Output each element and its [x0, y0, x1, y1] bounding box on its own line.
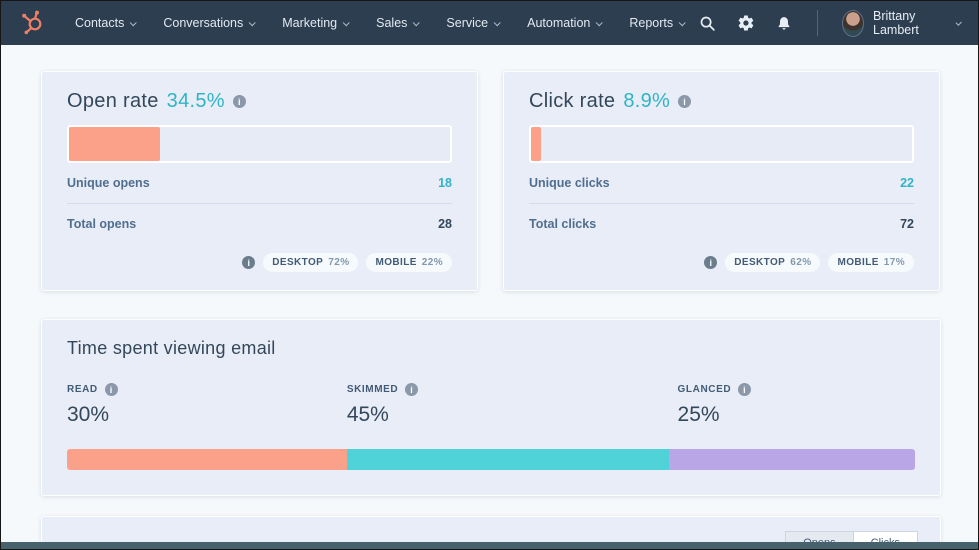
glanced-label: GLANCED: [677, 384, 732, 395]
read-bar-segment: [67, 449, 347, 470]
search-icon[interactable]: [698, 12, 716, 34]
mobile-label: MOBILE: [837, 257, 879, 268]
open-rate-title-row: Open rate 34.5% i: [67, 90, 452, 113]
main-content: Open rate 34.5% i Unique opens 18 Total …: [1, 45, 978, 549]
chevron-down-icon: [130, 18, 138, 26]
glanced-value: 25%: [677, 403, 720, 426]
unique-opens-row: Unique opens 18: [67, 163, 452, 203]
desktop-label: DESKTOP: [734, 257, 786, 268]
skimmed-label: SKIMMED: [346, 384, 399, 395]
user-name: Brittany Lambert: [873, 9, 919, 37]
open-device-breakdown: i DESKTOP 72% MOBILE 22%: [67, 253, 452, 272]
nav-item-label: Contacts: [75, 16, 125, 30]
time-spent-title: Time spent viewing email: [67, 338, 276, 358]
nav-item-label: Service: [446, 16, 489, 30]
chevron-down-icon: [342, 18, 350, 26]
desktop-badge: DESKTOP 72%: [263, 253, 359, 272]
click-rate-progress-fill: [531, 127, 541, 161]
total-opens-value: 28: [438, 217, 452, 231]
skimmed-bar-segment: [346, 449, 670, 470]
nav-item-label: Reports: [629, 16, 674, 30]
desktop-value: 62%: [790, 257, 812, 268]
user-avatar: [841, 9, 865, 37]
read-label: READ: [67, 384, 98, 395]
total-clicks-value: 72: [900, 217, 914, 231]
info-icon[interactable]: i: [242, 256, 256, 269]
info-icon[interactable]: i: [678, 95, 692, 108]
desktop-label: DESKTOP: [272, 257, 324, 268]
chevron-down-icon: [413, 18, 421, 26]
unique-clicks-row: Unique clicks 22: [529, 163, 914, 203]
nav-item-sales[interactable]: Sales: [362, 1, 432, 45]
glanced-bar-segment: [669, 449, 915, 470]
nav-item-contacts[interactable]: Contacts: [61, 1, 149, 45]
mobile-value: 22%: [421, 257, 443, 268]
info-icon[interactable]: i: [704, 256, 718, 269]
time-spent-stacked-bar: [67, 449, 915, 470]
open-rate-progress-track: [67, 125, 452, 163]
nav-item-label: Conversations: [163, 16, 244, 30]
click-rate-title-row: Click rate 8.9% i: [529, 90, 914, 113]
desktop-badge: DESKTOP 62%: [725, 253, 821, 272]
read-label-group: READ i 30%: [67, 383, 118, 427]
mobile-badge: MOBILE 22%: [366, 253, 452, 272]
open-rate-title: Open rate: [67, 90, 159, 112]
click-rate-card: Click rate 8.9% i Unique clicks 22 Total…: [503, 71, 940, 291]
mobile-value: 17%: [883, 257, 905, 268]
click-rate-progress-track: [529, 125, 914, 163]
info-icon[interactable]: i: [232, 95, 246, 108]
click-device-breakdown: i DESKTOP 62% MOBILE 17%: [529, 253, 914, 272]
app-frame: Contacts Conversations Marketing Sales S…: [0, 0, 979, 550]
nav-item-reports[interactable]: Reports: [615, 1, 698, 45]
unique-opens-value[interactable]: 18: [438, 176, 452, 190]
top-nav: Contacts Conversations Marketing Sales S…: [1, 1, 978, 45]
total-opens-row: Total opens 28: [67, 203, 452, 244]
notifications-bell-icon[interactable]: [775, 12, 793, 34]
nav-item-service[interactable]: Service: [432, 1, 513, 45]
nav-item-automation[interactable]: Automation: [513, 1, 615, 45]
nav-item-marketing[interactable]: Marketing: [268, 1, 362, 45]
nav-item-conversations[interactable]: Conversations: [149, 1, 268, 45]
total-clicks-label: Total clicks: [529, 217, 597, 231]
glanced-label-group: GLANCED i 25%: [678, 383, 752, 427]
nav-item-label: Automation: [527, 16, 591, 30]
chevron-down-icon: [678, 18, 686, 26]
chevron-down-icon: [596, 18, 604, 26]
user-menu[interactable]: Brittany Lambert: [841, 9, 962, 37]
chevron-down-icon: [248, 18, 256, 26]
mobile-badge: MOBILE 17%: [828, 253, 914, 272]
open-rate-value: 34.5%: [166, 90, 225, 112]
nav-item-label: Sales: [376, 16, 408, 30]
desktop-value: 72%: [328, 257, 350, 268]
skimmed-label-group: SKIMMED i 45%: [346, 383, 419, 427]
open-rate-card: Open rate 34.5% i Unique opens 18 Total …: [41, 71, 478, 291]
time-spent-card: Time spent viewing email READ i 30% SKIMM…: [41, 319, 941, 496]
unique-clicks-label: Unique clicks: [529, 176, 610, 190]
unique-opens-label: Unique opens: [67, 176, 150, 190]
open-rate-progress-fill: [69, 127, 161, 161]
info-icon[interactable]: i: [104, 383, 118, 396]
info-icon[interactable]: i: [738, 383, 752, 396]
main-menu: Contacts Conversations Marketing Sales S…: [61, 1, 698, 45]
settings-gear-icon[interactable]: [736, 12, 754, 34]
skimmed-value: 45%: [346, 403, 389, 426]
click-rate-title: Click rate: [529, 90, 616, 112]
mobile-label: MOBILE: [375, 257, 417, 268]
unique-clicks-value[interactable]: 22: [900, 176, 914, 190]
nav-right-section: Brittany Lambert: [698, 9, 962, 37]
bottom-edge-strip: [1, 542, 978, 549]
chevron-down-icon: [955, 19, 962, 26]
total-opens-label: Total opens: [67, 217, 137, 231]
chevron-down-icon: [493, 18, 501, 26]
read-value: 30%: [67, 403, 110, 426]
nav-divider: [817, 10, 818, 36]
click-rate-value: 8.9%: [623, 90, 671, 112]
hubspot-logo-icon[interactable]: [21, 10, 45, 36]
info-icon[interactable]: i: [405, 383, 419, 396]
nav-item-label: Marketing: [282, 16, 338, 30]
time-spent-labels: READ i 30% SKIMMED i 45% GLANCED i 25%: [67, 383, 915, 449]
total-clicks-row: Total clicks 72: [529, 203, 914, 244]
